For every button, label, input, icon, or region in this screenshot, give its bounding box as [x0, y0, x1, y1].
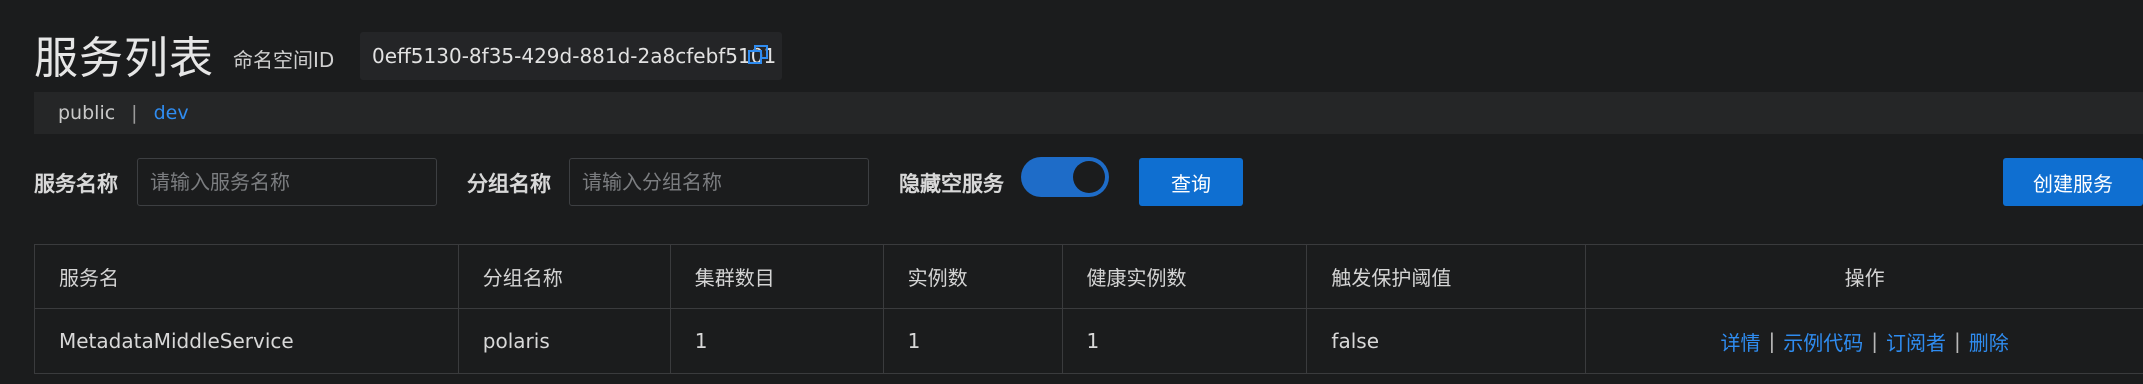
hide-empty-toggle[interactable] — [1021, 157, 1109, 197]
namespace-switcher: public | dev — [34, 92, 2143, 134]
table-header-row: 服务名 分组名称 集群数目 实例数 健康实例数 触发保护阈值 操作 — [35, 245, 2143, 309]
hide-empty-label: 隐藏空服务 — [899, 172, 1004, 196]
group-name-label: 分组名称 — [467, 172, 551, 196]
delete-link[interactable]: 删除 — [1969, 327, 2009, 356]
group-name-input[interactable] — [569, 158, 869, 206]
action-separator: | — [1871, 329, 1879, 353]
cell-clusters: 1 — [671, 309, 884, 373]
cell-instances: 1 — [884, 309, 1063, 373]
service-name-label: 服务名称 — [34, 172, 118, 196]
subscribers-link[interactable]: 订阅者 — [1886, 327, 1946, 356]
service-table: 服务名 分组名称 集群数目 实例数 健康实例数 触发保护阈值 操作 Metada… — [34, 244, 2143, 374]
action-separator: | — [1768, 329, 1776, 353]
namespace-id-box: 0eff5130-8f35-429d-881d-2a8cfebf5101 — [360, 32, 782, 80]
column-header-instances: 实例数 — [884, 245, 1063, 308]
column-header-protect: 触发保护阈值 — [1307, 245, 1587, 308]
table-row: MetadataMiddleService polaris 1 1 1 fals… — [35, 309, 2143, 373]
page-title: 服务列表 — [34, 33, 214, 84]
column-header-clusters: 集群数目 — [671, 245, 884, 308]
namespace-separator: | — [131, 102, 138, 124]
service-list-page: 服务列表 命名空间ID 0eff5130-8f35-429d-881d-2a8c… — [0, 0, 2143, 384]
cell-service: MetadataMiddleService — [35, 309, 459, 373]
detail-link[interactable]: 详情 — [1721, 327, 1761, 356]
namespace-tab-public[interactable]: public — [58, 102, 115, 124]
cell-healthy: 1 — [1063, 309, 1308, 373]
cell-group: polaris — [459, 309, 671, 373]
column-header-service: 服务名 — [35, 245, 459, 308]
copy-icon[interactable] — [746, 43, 770, 67]
action-separator: | — [1954, 329, 1961, 353]
toggle-knob — [1073, 161, 1105, 193]
query-button[interactable]: 查询 — [1139, 158, 1243, 206]
column-header-actions: 操作 — [1844, 266, 1885, 290]
cell-protect: false — [1307, 309, 1587, 373]
namespace-id-label: 命名空间ID — [233, 48, 335, 72]
create-service-button[interactable]: 创建服务 — [2003, 158, 2143, 206]
cell-actions: 详情 | 示例代码 | 订阅者 | 删除 — [1586, 309, 2143, 373]
column-header-group: 分组名称 — [459, 245, 671, 308]
column-header-healthy: 健康实例数 — [1063, 245, 1308, 308]
service-name-input[interactable] — [137, 158, 437, 206]
namespace-tab-dev[interactable]: dev — [154, 102, 189, 124]
namespace-id-value: 0eff5130-8f35-429d-881d-2a8cfebf5101 — [372, 44, 777, 68]
sample-code-link[interactable]: 示例代码 — [1783, 327, 1863, 356]
